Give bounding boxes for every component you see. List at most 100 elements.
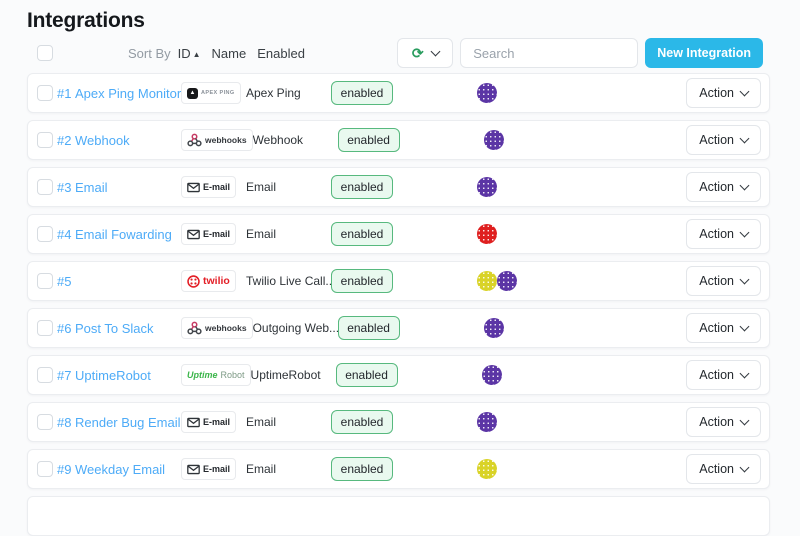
integration-name-link[interactable]: Webhook	[75, 133, 181, 148]
chevron-down-icon	[739, 86, 750, 97]
integration-name-link[interactable]: Render Bug Email	[75, 415, 181, 430]
integration-list: #1 Apex Ping Monitor ▲ APEX PING Apex Ping en…	[27, 73, 800, 536]
action-button-label: Action	[699, 368, 734, 382]
integration-type-label: Apex Ping	[246, 86, 301, 100]
integration-id-link[interactable]: #2	[57, 133, 75, 148]
avatar	[497, 271, 517, 291]
sort-option-id[interactable]: ID ▲	[178, 46, 201, 61]
integration-name-link[interactable]: Email Fowarding	[75, 227, 181, 242]
sort-option-enabled[interactable]: Enabled	[257, 46, 305, 61]
integration-id-link[interactable]: #3	[57, 180, 75, 195]
email-logo-badge: E-mail	[181, 176, 237, 198]
action-button[interactable]: Action	[686, 407, 761, 437]
sort-by-label: Sort By	[128, 45, 171, 61]
row-checkbox[interactable]	[37, 85, 53, 101]
avatar	[483, 130, 504, 150]
avatar	[477, 177, 497, 197]
row-checkbox[interactable]	[37, 320, 53, 336]
action-button[interactable]: Action	[686, 313, 761, 343]
action-button[interactable]: Action	[686, 125, 761, 155]
avatar	[477, 271, 497, 291]
integration-name-link[interactable]: Email	[75, 180, 181, 195]
row-checkbox[interactable]	[37, 367, 53, 383]
avatar	[477, 459, 497, 479]
uptimerobot-logo-badge: Uptime Robot	[181, 364, 251, 386]
chevron-down-icon	[739, 368, 750, 379]
select-all-checkbox[interactable]	[37, 45, 53, 61]
integration-name-link[interactable]: Weekday Email	[75, 462, 181, 477]
sort-option-name[interactable]: Name	[212, 46, 247, 61]
integration-id-link[interactable]: #1	[57, 86, 75, 101]
integration-type-label: Email	[246, 180, 277, 194]
action-button-label: Action	[699, 133, 734, 147]
avatar	[483, 318, 504, 338]
integration-id-link[interactable]: #9	[57, 462, 75, 477]
action-button[interactable]: Action	[686, 219, 761, 249]
avatar-group	[477, 271, 517, 291]
row-checkbox[interactable]	[37, 273, 53, 289]
sort-asc-icon: ▲	[192, 49, 201, 59]
twilio-logo-text: twilio	[203, 275, 230, 287]
status-badge: enabled	[331, 269, 393, 293]
integration-type-label: Webhook	[252, 133, 304, 147]
integration-id-link[interactable]: #7	[57, 368, 75, 383]
row-checkbox[interactable]	[37, 179, 53, 195]
uptimerobot-logo-text: Robot	[220, 370, 245, 380]
integration-name-link[interactable]: UptimeRobot	[75, 368, 181, 383]
action-button[interactable]: Action	[686, 266, 761, 296]
action-button[interactable]: Action	[686, 172, 761, 202]
avatar-group	[483, 318, 524, 338]
refresh-dropdown-button[interactable]: ⟳	[397, 38, 454, 68]
action-button[interactable]: Action	[686, 454, 761, 484]
integration-row: #1 Apex Ping Monitor ▲ APEX PING Apex Ping en…	[27, 73, 770, 113]
twilio-icon	[187, 274, 200, 288]
integration-id-link[interactable]: #5	[57, 274, 75, 289]
avatar-group	[477, 412, 517, 432]
avatar-group	[477, 459, 517, 479]
row-checkbox[interactable]	[37, 461, 53, 477]
integration-name-link[interactable]: Apex Ping Monitor	[75, 86, 181, 101]
chevron-down-icon	[739, 415, 750, 426]
webhooks-icon	[187, 321, 202, 335]
uptimerobot-logo-text: Uptime	[187, 370, 218, 380]
email-logo-text: E-mail	[203, 229, 231, 239]
webhooks-logo-text: webhooks	[205, 135, 247, 145]
avatar-group	[481, 365, 522, 385]
integration-logo: E-mail	[181, 411, 246, 433]
envelope-icon	[187, 417, 200, 427]
action-button[interactable]: Action	[686, 360, 761, 390]
apexping-logo-badge: ▲ APEX PING	[181, 82, 241, 104]
new-integration-button[interactable]: New Integration	[645, 38, 763, 68]
avatar	[477, 224, 497, 244]
status-badge: enabled	[337, 128, 400, 152]
row-checkbox[interactable]	[37, 132, 53, 148]
integration-type-label: Outgoing Web...	[252, 321, 338, 335]
integration-name-link[interactable]: Post To Slack	[75, 321, 181, 336]
row-checkbox[interactable]	[37, 414, 53, 430]
integration-logo: ▲ APEX PING	[181, 82, 246, 104]
integration-id-link[interactable]: #6	[57, 321, 75, 336]
apexping-icon: ▲	[187, 87, 198, 99]
page-title: Integrations	[27, 9, 145, 32]
avatar	[477, 83, 497, 103]
avatar-group	[477, 83, 517, 103]
sort-group: Sort By ID ▲ Name Enabled	[128, 46, 316, 61]
action-button[interactable]: Action	[686, 78, 761, 108]
avatar	[477, 412, 497, 432]
row-checkbox[interactable]	[37, 226, 53, 242]
status-badge: enabled	[331, 175, 393, 199]
webhooks-logo-badge: webhooks	[181, 317, 253, 339]
search-input[interactable]	[460, 38, 639, 68]
integration-type-label: Email	[246, 415, 277, 429]
action-button-label: Action	[699, 462, 734, 476]
integration-type-label: UptimeRobot	[250, 368, 321, 382]
integration-id-link[interactable]: #4	[57, 227, 75, 242]
apexping-logo-text: APEX PING	[201, 90, 235, 96]
email-logo-text: E-mail	[203, 182, 231, 192]
integration-id-link[interactable]: #8	[57, 415, 75, 430]
integration-row: #8 Render Bug Email E-mail Email enabled Acti…	[27, 402, 770, 442]
action-button-label: Action	[699, 274, 734, 288]
envelope-icon	[187, 182, 200, 192]
status-badge: enabled	[337, 316, 400, 340]
envelope-icon	[187, 229, 200, 239]
